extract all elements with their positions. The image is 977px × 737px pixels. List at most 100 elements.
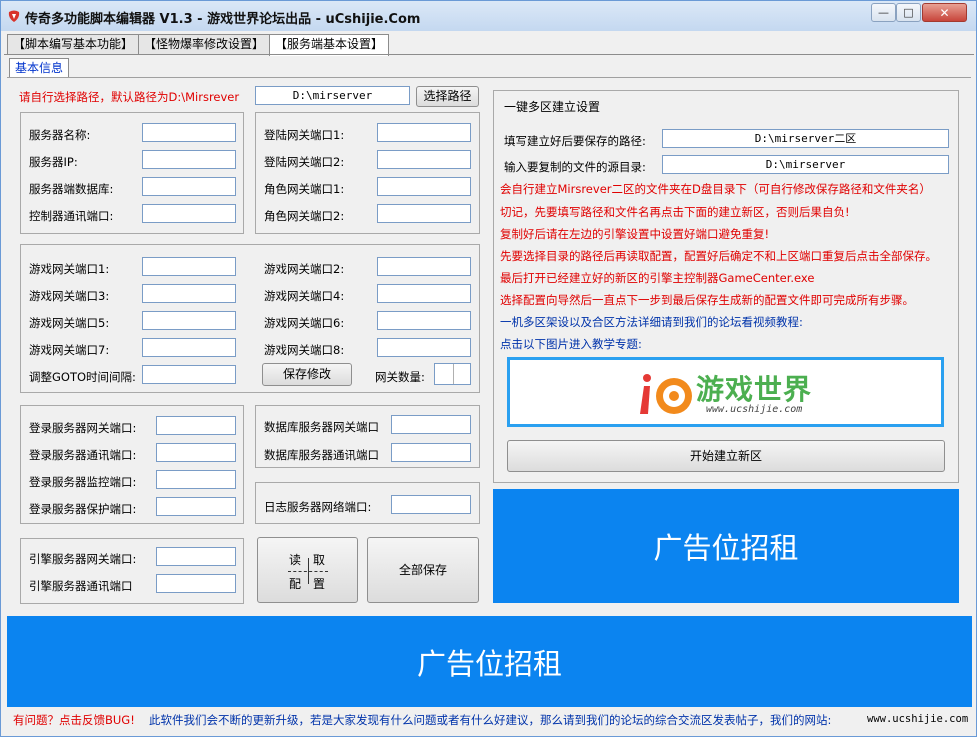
server-ip-label: 服务器IP: bbox=[29, 155, 78, 169]
stepper-divider bbox=[453, 364, 454, 384]
game-gate8-label: 游戏网关端口8: bbox=[264, 343, 345, 357]
note-line-4: 先要选择目录的路径后再读取配置，配置好后确定不和上区端口重复后点击全部保存。 bbox=[500, 249, 937, 263]
role-gate2-input[interactable] bbox=[377, 204, 471, 223]
server-name-label: 服务器名称: bbox=[29, 128, 91, 142]
tutorial-note: 一机多区架设以及合区方法详细请到我们的论坛看视频教程: bbox=[500, 315, 803, 329]
ad-banner-bottom[interactable]: 广告位招租 bbox=[7, 616, 972, 707]
note-line-2: 切记，先要填写路径和文件名再点击下面的建立新区，否则后果自负! bbox=[500, 205, 850, 219]
controller-port-input[interactable] bbox=[142, 204, 236, 223]
read-config-char1: 读 bbox=[289, 553, 302, 567]
banner-logo-text: 游戏世界 bbox=[696, 373, 813, 406]
source-dir-label: 输入要复制的文件的源目录: bbox=[504, 160, 646, 174]
game-gate5-input[interactable] bbox=[142, 311, 236, 330]
server-path-input[interactable]: D:\mirserver bbox=[255, 86, 410, 105]
role-gate1-input[interactable] bbox=[377, 177, 471, 196]
tab-server-basic[interactable]: 【服务端基本设置】 bbox=[269, 34, 390, 56]
tab-script-basic[interactable]: 【脚本编写基本功能】 bbox=[7, 34, 140, 55]
create-new-zone-button[interactable]: 开始建立新区 bbox=[507, 440, 945, 472]
game-gate2-input[interactable] bbox=[377, 257, 471, 276]
status-message: 此软件我们会不断的更新升级，若是大家发现有什么问题或者有什么好建议，那么请到我们… bbox=[149, 713, 832, 727]
game-gate6-label: 游戏网关端口6: bbox=[264, 316, 345, 330]
app-window: 传奇多功能脚本编辑器 V1.3 - 游戏世界论坛出品 - uCshijie.Co… bbox=[0, 0, 977, 737]
title-bar: 传奇多功能脚本编辑器 V1.3 - 游戏世界论坛出品 - uCshijie.Co… bbox=[1, 1, 976, 31]
tutorial-link-note: 点击以下图片进入教学专题: bbox=[500, 337, 642, 351]
login-gate1-input[interactable] bbox=[377, 123, 471, 142]
game-gate4-label: 游戏网关端口4: bbox=[264, 289, 345, 303]
game-gate5-label: 游戏网关端口5: bbox=[29, 316, 110, 330]
read-config-char2: 取 bbox=[313, 553, 326, 567]
log-server-port-label: 日志服务器网络端口: bbox=[264, 500, 372, 514]
subtab-divider bbox=[7, 77, 971, 78]
select-path-button[interactable]: 选择路径 bbox=[416, 86, 479, 107]
status-bar: 有问题？点击反馈BUG! 此软件我们会不断的更新升级，若是大家发现有什么问题或者… bbox=[1, 707, 976, 736]
window-title: 传奇多功能脚本编辑器 V1.3 - 游戏世界论坛出品 - uCshijie.Co… bbox=[25, 12, 421, 27]
website-link[interactable]: www.ucshijie.com bbox=[867, 713, 968, 725]
maximize-button[interactable]: □ bbox=[896, 3, 921, 22]
read-config-char3: 配 bbox=[289, 577, 302, 591]
ad-banner-right[interactable]: 广告位招租 bbox=[493, 489, 959, 603]
game-gate7-input[interactable] bbox=[142, 338, 236, 357]
game-gate7-label: 游戏网关端口7: bbox=[29, 343, 110, 357]
login-server-gate-label: 登录服务器网关端口: bbox=[29, 421, 137, 435]
tab-monster-drop[interactable]: 【怪物爆率修改设置】 bbox=[138, 34, 271, 55]
game-gate1-label: 游戏网关端口1: bbox=[29, 262, 110, 276]
snail-logo-icon bbox=[640, 374, 692, 414]
feedback-bug-link[interactable]: 有问题？点击反馈BUG! bbox=[13, 712, 135, 728]
engine-gate-input[interactable] bbox=[156, 547, 236, 566]
login-server-gate-input[interactable] bbox=[156, 416, 236, 435]
game-gate6-input[interactable] bbox=[377, 311, 471, 330]
login-gate2-input[interactable] bbox=[377, 150, 471, 169]
engine-comm-label: 引擎服务器通讯端口 bbox=[29, 579, 133, 593]
save-path-input[interactable]: D:\mirserver二区 bbox=[662, 129, 949, 148]
game-gate2-label: 游戏网关端口2: bbox=[264, 262, 345, 276]
db-server-gate-label: 数据库服务器网关端口 bbox=[264, 420, 379, 434]
read-config-button[interactable]: 读 取 配 置 bbox=[257, 537, 358, 603]
path-hint: 请自行选择路径，默认路径为D:\Mirsrever bbox=[19, 90, 240, 104]
minimize-icon: — bbox=[878, 6, 889, 19]
note-line-3: 复制好后请在左边的引擎设置中设置好端口避免重复! bbox=[500, 227, 770, 241]
source-dir-input[interactable]: D:\mirserver bbox=[662, 155, 949, 174]
save-path-label: 填写建立好后要保存的路径: bbox=[504, 134, 646, 148]
engine-comm-input[interactable] bbox=[156, 574, 236, 593]
game-gate1-input[interactable] bbox=[142, 257, 236, 276]
minimize-button[interactable]: — bbox=[871, 3, 896, 22]
banner-url-text: www.ucshijie.com bbox=[706, 404, 803, 415]
game-gate4-input[interactable] bbox=[377, 284, 471, 303]
gate-count-stepper[interactable] bbox=[434, 363, 471, 385]
tab-divider bbox=[4, 54, 974, 55]
login-gate2-label: 登陆网关端口2: bbox=[264, 155, 345, 169]
log-server-port-input[interactable] bbox=[391, 495, 471, 514]
main-tabs: 【脚本编写基本功能】 【怪物爆率修改设置】 【服务端基本设置】 bbox=[7, 34, 390, 56]
db-server-gate-input[interactable] bbox=[391, 415, 471, 434]
close-button[interactable]: ✕ bbox=[922, 3, 967, 22]
role-gate2-label: 角色网关端口2: bbox=[264, 209, 345, 223]
server-ip-input[interactable] bbox=[142, 150, 236, 169]
save-changes-button[interactable]: 保存修改 bbox=[262, 363, 352, 386]
maximize-icon: □ bbox=[903, 6, 914, 19]
multi-zone-title: 一键多区建立设置 bbox=[501, 98, 604, 115]
tab-basic-info[interactable]: 基本信息 bbox=[9, 58, 70, 78]
login-gate1-label: 登陆网关端口1: bbox=[264, 128, 345, 142]
db-server-comm-label: 数据库服务器通讯端口 bbox=[264, 448, 379, 462]
goto-interval-label: 调整GOTO时间间隔: bbox=[29, 370, 136, 384]
game-gate8-input[interactable] bbox=[377, 338, 471, 357]
app-logo-icon bbox=[8, 10, 20, 22]
note-line-1: 会自行建立Mirsrever二区的文件夹在D盘目录下（可自行修改保存路径和文件夹… bbox=[500, 182, 931, 196]
goto-interval-input[interactable] bbox=[142, 365, 236, 384]
login-server-comm-label: 登录服务器通讯端口: bbox=[29, 448, 137, 462]
save-all-button[interactable]: 全部保存 bbox=[367, 537, 479, 603]
login-server-monitor-input[interactable] bbox=[156, 470, 236, 489]
login-server-protect-input[interactable] bbox=[156, 497, 236, 516]
server-name-input[interactable] bbox=[142, 123, 236, 142]
read-config-vline bbox=[308, 558, 309, 584]
login-server-protect-label: 登录服务器保护端口: bbox=[29, 502, 137, 516]
role-gate1-label: 角色网关端口1: bbox=[264, 182, 345, 196]
server-db-input[interactable] bbox=[142, 177, 236, 196]
db-server-comm-input[interactable] bbox=[391, 443, 471, 462]
game-gate3-input[interactable] bbox=[142, 284, 236, 303]
note-line-6: 选择配置向导然后一直点下一步到最后保存生成新的配置文件即可完成所有步骤。 bbox=[500, 293, 914, 307]
ucshijie-banner[interactable]: 游戏世界 www.ucshijie.com bbox=[507, 357, 944, 427]
note-line-5: 最后打开已经建立好的新区的引擎主控制器GameCenter.exe bbox=[500, 271, 815, 285]
gate-count-label: 网关数量: bbox=[375, 370, 425, 384]
login-server-comm-input[interactable] bbox=[156, 443, 236, 462]
